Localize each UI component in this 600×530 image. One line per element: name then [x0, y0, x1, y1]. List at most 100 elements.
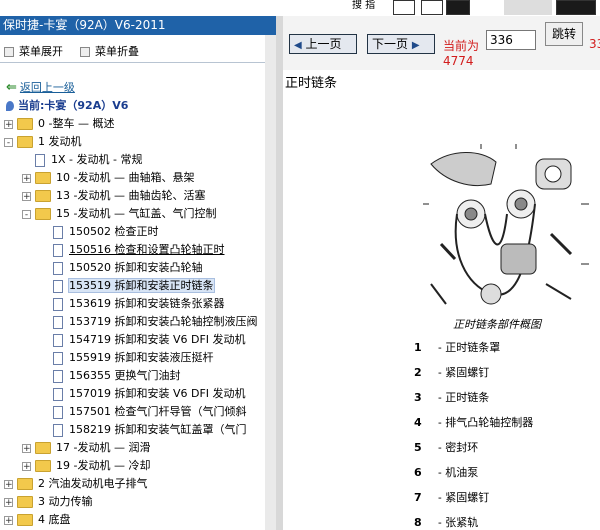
- page-navigation-bar: ◀ 上一页 下一页 ▶ 当前为 4774 跳转 33: [283, 16, 600, 70]
- folder-icon: [35, 208, 51, 220]
- tree-item[interactable]: 156355 更换气门油封: [40, 367, 181, 385]
- left-navigation-pane: 保时捷-卡宴（92A）V6-2011 菜单展开 菜单折叠 ⇐ 返回上一级 当前:卡…: [0, 0, 276, 530]
- tree-item[interactable]: - 1 发动机: [4, 133, 82, 151]
- current-location: 当前:卡宴（92A）V6: [6, 97, 128, 113]
- folder-icon: [17, 118, 33, 130]
- go-button[interactable]: 跳转: [545, 22, 583, 46]
- collapse-node-icon[interactable]: -: [22, 209, 31, 219]
- part-description: - 紧固螺钉: [438, 366, 490, 379]
- expand-node-icon[interactable]: +: [4, 479, 13, 489]
- document-icon: [53, 423, 63, 437]
- toolbar-button-4[interactable]: [504, 0, 552, 15]
- tree-item[interactable]: +4 底盘: [4, 511, 71, 529]
- collapse-all-label: 菜单折叠: [95, 45, 139, 58]
- tree-item[interactable]: +10 -发动机 — 曲轴箱、悬架: [22, 169, 194, 187]
- tree-item-label: 4 底盘: [38, 513, 71, 526]
- tree-item[interactable]: 154719 拆卸和安装 V6 DFI 发动机: [40, 331, 246, 349]
- total-pages: 4774: [443, 54, 474, 68]
- tree-item[interactable]: 155919 拆卸和安装液压挺杆: [40, 349, 214, 367]
- collapse-node-icon[interactable]: -: [4, 137, 13, 147]
- tree-item-label: 3 动力传输: [38, 495, 93, 508]
- document-icon: [53, 243, 63, 257]
- part-number: 7: [414, 491, 422, 504]
- part-description: - 密封环: [438, 441, 479, 454]
- tree-item[interactable]: - 15 -发动机 — 气缸盖、气门控制: [22, 205, 216, 223]
- back-link[interactable]: ⇐ 返回上一级: [6, 79, 75, 95]
- document-icon: [53, 261, 63, 275]
- expand-node-icon[interactable]: +: [22, 443, 31, 453]
- tree-item-label: 17 -发动机 — 润滑: [56, 441, 151, 454]
- tree-item-label: 19 -发动机 — 冷却: [56, 459, 151, 472]
- tree-item-label: 157501 检查气门杆导管（气门倾斜: [69, 405, 247, 418]
- tree-item[interactable]: 1X - 发动机 - 常规: [22, 151, 142, 169]
- tree-item[interactable]: +19 -发动机 — 冷却: [22, 457, 150, 475]
- left-scrollbar[interactable]: [265, 35, 276, 530]
- menu-controls: 菜单展开 菜单折叠: [0, 38, 276, 63]
- tree-item[interactable]: 153719 拆卸和安装凸轮轴控制液压阀: [40, 313, 258, 331]
- tree-item[interactable]: 150502 检查正时: [40, 223, 159, 241]
- document-icon: [53, 405, 63, 419]
- part-number: 4: [414, 416, 422, 429]
- tree-item[interactable]: 158219 拆卸和安装气缸盖罩（气门: [40, 421, 247, 439]
- tree-item[interactable]: +13 -发动机 — 曲轴齿轮、活塞: [22, 187, 205, 205]
- tree-item-label: 1 发动机: [38, 135, 82, 148]
- timing-chain-diagram: [423, 144, 589, 305]
- page-number-input[interactable]: [486, 30, 536, 50]
- tree-item-label: 150502 检查正时: [69, 225, 159, 238]
- current-location-label: 当前:卡宴（92A）V6: [18, 99, 129, 112]
- window-title-bar: 保时捷-卡宴（92A）V6-2011: [0, 16, 276, 35]
- part-number: 3: [414, 391, 422, 404]
- tree-item[interactable]: 157501 检查气门杆导管（气门倾斜: [40, 403, 247, 421]
- expand-node-icon[interactable]: +: [4, 515, 13, 525]
- tree-item-label: 10 -发动机 — 曲轴箱、悬架: [56, 171, 195, 184]
- part-description: - 排气凸轮轴控制器: [438, 416, 534, 429]
- part-description: - 紧固螺钉: [438, 491, 490, 504]
- tree-item[interactable]: 153619 拆卸和安装链条张紧器: [40, 295, 225, 313]
- prev-page-label: 上一页: [305, 37, 342, 51]
- folder-icon: [17, 136, 33, 148]
- tree-item[interactable]: 150516 检查和设置凸轮轴正时: [40, 241, 225, 259]
- tree-item[interactable]: 150520 拆卸和安装凸轮轴: [40, 259, 203, 277]
- toolbar-button-5[interactable]: [556, 0, 596, 15]
- right-arrow-icon: ▶: [411, 40, 420, 51]
- tree-item[interactable]: +2 汽油发动机电子排气: [4, 475, 148, 493]
- collapse-all-button[interactable]: 菜单折叠: [80, 43, 139, 59]
- toolbar-button-1[interactable]: [393, 0, 415, 15]
- document-icon: [53, 369, 63, 383]
- tree-item-label: 153619 拆卸和安装链条张紧器: [69, 297, 225, 310]
- folder-icon: [35, 172, 51, 184]
- tree-item-label: 13 -发动机 — 曲轴齿轮、活塞: [56, 189, 206, 202]
- folder-icon: [17, 514, 33, 526]
- document-icon: [53, 315, 63, 329]
- part-item: 6 - 机油泵: [414, 461, 478, 485]
- tree-item-label: 1X - 发动机 - 常规: [51, 153, 143, 166]
- document-pane: ◀ 上一页 下一页 ▶ 当前为 4774 跳转 33 正时链条: [283, 16, 600, 530]
- part-description: - 正时链条: [438, 391, 490, 404]
- tree-item[interactable]: 157019 拆卸和安装 V6 DFI 发动机: [40, 385, 246, 403]
- prev-page-button[interactable]: ◀ 上一页: [289, 34, 357, 54]
- expand-node-icon[interactable]: +: [22, 173, 31, 183]
- tree-item-label: 157019 拆卸和安装 V6 DFI 发动机: [69, 387, 246, 400]
- expand-node-icon[interactable]: +: [22, 191, 31, 201]
- part-item: 5 - 密封环: [414, 436, 478, 460]
- pane-splitter[interactable]: [276, 16, 283, 530]
- part-description: - 机油泵: [438, 466, 479, 479]
- expand-all-label: 菜单展开: [19, 45, 63, 58]
- diagram-caption: 正时链条部件概图: [453, 318, 541, 331]
- toolbar-button-2[interactable]: [421, 0, 443, 15]
- next-page-button[interactable]: 下一页 ▶: [367, 34, 435, 54]
- expand-node-icon[interactable]: +: [4, 497, 13, 507]
- tree-item[interactable]: +0 -整车 — 概述: [4, 115, 114, 133]
- tree-item[interactable]: 153519 拆卸和安装正时链条: [40, 277, 215, 295]
- tree-item[interactable]: +3 动力传输: [4, 493, 93, 511]
- toolbar-button-3[interactable]: [446, 0, 470, 15]
- tree-item[interactable]: +17 -发动机 — 润滑: [22, 439, 150, 457]
- expand-all-button[interactable]: 菜单展开: [4, 43, 63, 59]
- folder-icon: [17, 478, 33, 490]
- document-icon: [53, 351, 63, 365]
- folder-icon: [35, 442, 51, 454]
- expand-node-icon[interactable]: +: [22, 461, 31, 471]
- expand-node-icon[interactable]: +: [4, 119, 13, 129]
- cut-off-number: 33: [589, 37, 600, 51]
- tree-item-label: 156355 更换气门油封: [69, 369, 181, 382]
